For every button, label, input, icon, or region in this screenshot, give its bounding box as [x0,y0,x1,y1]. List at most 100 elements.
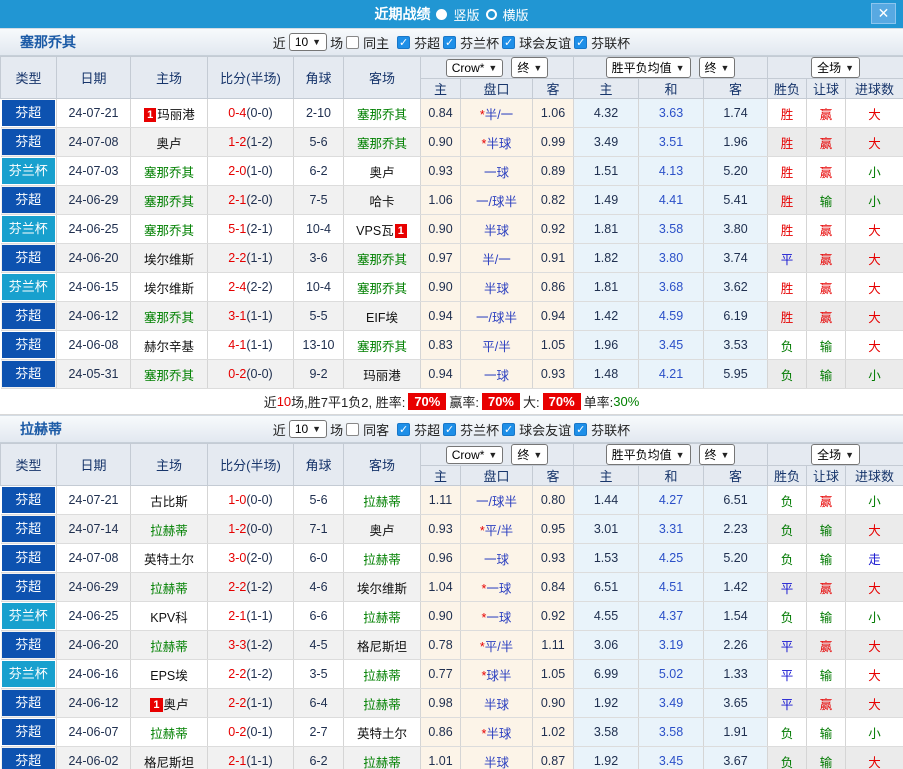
home-team-cell: 格尼斯坦 [130,746,208,769]
avg-draw-odds: 4.21 [638,359,705,389]
away-odds: 0.82 [532,185,575,215]
league1-checkbox[interactable]: ✓ [397,422,411,436]
avg-away-odds: 6.51 [703,485,769,515]
avg-draw-odds: 4.37 [638,601,705,631]
home-odds: 0.90 [420,214,461,244]
full-time-score: 2-2 [228,251,247,265]
score-cell: 5-1(2-1) [207,214,294,244]
avg-stage-select[interactable]: 终 ▼ [698,444,736,465]
winlose-result: 负 [767,746,808,769]
bookmaker-select[interactable]: Crow* ▼ [445,58,504,77]
scope-select[interactable]: 全场 ▼ [811,444,860,465]
avg-draw-odds: 3.80 [638,243,705,273]
team-name: 奥卢 [156,136,182,151]
away-team-cell: 格尼斯坦 [343,630,421,660]
home-odds: 0.96 [420,543,461,573]
games-count-select[interactable]: 10 ▼ [288,33,328,51]
handicap-line: 半球 [486,726,512,741]
team-name: 奥卢 [369,523,395,538]
avg-away-odds: 1.74 [703,98,769,128]
handicap-result: 输 [806,601,847,631]
winlose-result: 平 [767,572,808,602]
match-row: 芬兰杯 24-07-03 塞那乔其 2-0(1-0) 6-2 奥卢 0.93 一球 0.89 1.… [0,156,903,186]
same-home-checkbox[interactable] [346,35,360,49]
goals-result: 大 [845,301,903,331]
avg-home-odds: 3.58 [573,717,640,747]
half-time-score: (1-1) [246,338,273,352]
avg-draw-odds: 3.63 [638,98,705,128]
avg-odds-select[interactable]: 胜平负均值 ▼ [605,57,691,78]
league3-checkbox[interactable]: ✓ [502,35,516,49]
team-name: 塞那乔其 [356,107,407,122]
match-row: 芬超 24-07-08 英特土尔 3-0(2-0) 6-0 拉赫蒂 0.96 一球 0.93 1.… [0,543,903,573]
league3-label: 球会友谊 [519,35,572,51]
odds-stage-select[interactable]: 终 ▼ [511,444,549,465]
scope-select[interactable]: 全场 ▼ [811,57,860,78]
close-icon[interactable]: ✕ [871,3,896,24]
half-time-score: (2-2) [246,280,273,294]
half-time-score: (1-1) [246,309,273,323]
league2-checkbox[interactable]: ✓ [443,35,457,49]
team-name: VPS瓦 [356,223,394,238]
corner-count: 6-2 [293,156,344,186]
avg-draw-odds: 3.58 [638,214,705,244]
same-home-label: 同主 [363,35,390,51]
league2-checkbox[interactable]: ✓ [443,422,457,436]
handicap-cell: 半球 [460,688,533,718]
col-date: 日期 [56,56,131,99]
same-away-label: 同客 [363,422,390,438]
avg-odds-select[interactable]: 胜平负均值 ▼ [605,444,691,465]
corner-count: 6-4 [293,688,344,718]
home-team-cell: 塞那乔其 [130,214,208,244]
league-type: 芬兰杯 [1,216,55,242]
team-name: 拉赫蒂 [363,668,401,683]
team-name: 塞那乔其 [356,136,407,151]
avg-home-odds: 1.51 [573,156,640,186]
full-time-score: 2-1 [228,754,247,768]
odds-stage-select[interactable]: 终 ▼ [511,57,549,78]
corner-count: 7-5 [293,185,344,215]
score-cell: 0-2(0-0) [207,359,294,389]
summary-segment: 30% [613,394,640,409]
avg-draw-value: 4.51 [658,580,684,594]
avg-stage-select[interactable]: 终 ▼ [698,57,736,78]
half-time-score: (0-0) [246,367,273,381]
league3-checkbox[interactable]: ✓ [502,422,516,436]
home-team-cell: 赫尔辛基 [130,330,208,360]
full-time-score: 4-1 [228,338,247,352]
goals-result: 大 [845,688,903,718]
home-team-cell: 拉赫蒂 [130,630,208,660]
league4-checkbox[interactable]: ✓ [574,422,588,436]
league-type: 芬超 [1,361,55,387]
same-away-checkbox[interactable] [346,422,360,436]
avg-away-odds: 1.33 [703,659,769,689]
handicap-result: 输 [806,659,847,689]
sub-avg-home: 主 [573,465,640,486]
match-date: 24-07-21 [56,485,131,515]
home-odds: 0.86 [420,717,461,747]
full-time-score: 2-1 [228,193,247,207]
games-count-select[interactable]: 10 ▼ [288,420,328,438]
full-time-score: 1-2 [228,135,247,149]
avg-away-odds: 5.20 [703,543,769,573]
full-time-score: 2-2 [228,696,247,710]
vertical-layout-radio[interactable] [436,8,448,20]
avg-draw-value: 4.13 [658,164,684,178]
home-team-results-table: 类型 日期 主场 比分(半场) 角球 客场 Crow* ▼ 终 ▼ 胜平负均值 ▼ 终… [0,56,903,389]
league-type: 芬兰杯 [1,158,55,184]
avg-draw-odds: 5.02 [638,659,705,689]
league-type: 芬兰杯 [1,661,55,687]
match-date: 24-06-07 [56,717,131,747]
avg-draw-value: 4.59 [658,309,684,323]
half-time-score: (0-1) [246,725,273,739]
horizontal-layout-radio[interactable] [485,8,497,20]
home-odds: 0.94 [420,359,461,389]
league1-checkbox[interactable]: ✓ [397,35,411,49]
bookmaker-select[interactable]: Crow* ▼ [445,445,504,464]
full-time-score: 2-4 [228,280,247,294]
league-type: 芬超 [1,303,55,329]
home-team-cell: 拉赫蒂 [130,572,208,602]
away-team-cell: 拉赫蒂 [343,485,421,515]
winlose-result: 平 [767,659,808,689]
league4-checkbox[interactable]: ✓ [574,35,588,49]
